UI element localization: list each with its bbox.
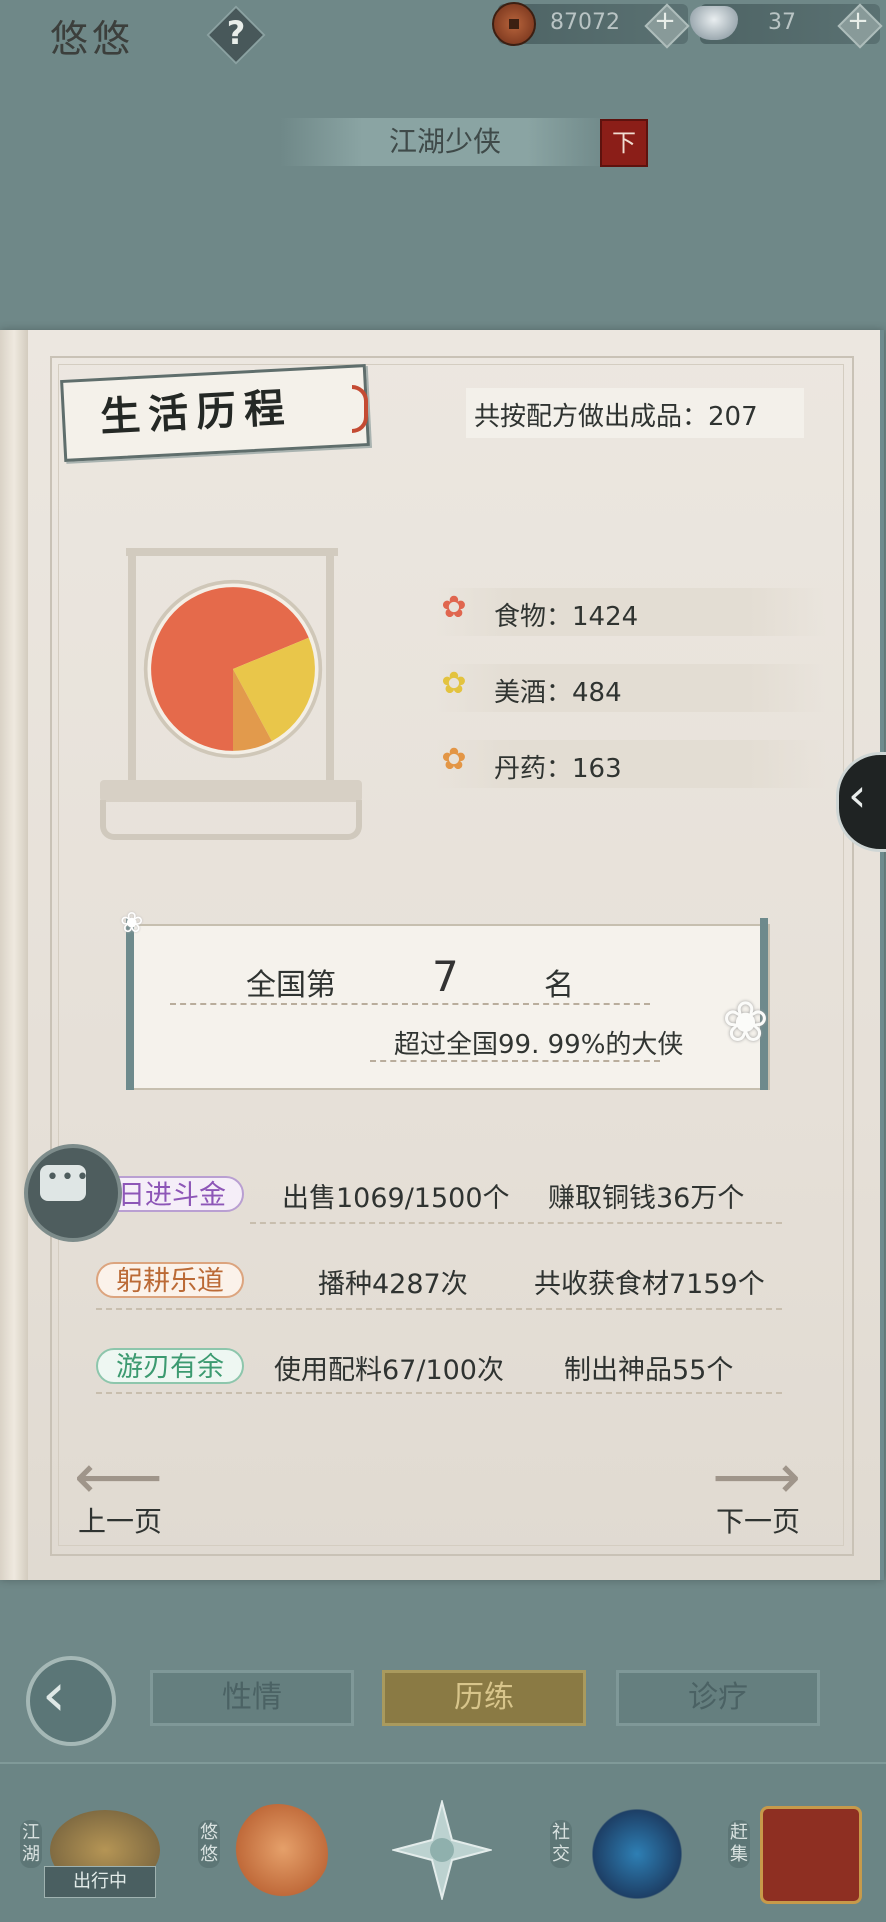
tab-treatment[interactable]: 诊疗 [616, 1670, 820, 1726]
back-arrow-icon[interactable]: ‹ [42, 1660, 66, 1730]
wine-flower-icon: ✿ [441, 666, 467, 701]
flower-decoration-icon: ❀ [120, 906, 144, 939]
book-spine [0, 330, 28, 1580]
travel-status-badge: 出行中 [44, 1866, 156, 1898]
chat-dots-icon[interactable]: ••• [46, 1165, 91, 1190]
market-nav-icon[interactable] [760, 1806, 862, 1904]
stand-post-right [326, 552, 334, 782]
stand-post-left [128, 552, 136, 782]
legend-wine-label: 美酒：484 [494, 678, 622, 708]
add-copper-plus-icon[interactable]: + [649, 6, 681, 36]
stand-feet [100, 800, 362, 840]
next-page-button[interactable]: 下一页 [716, 1500, 800, 1540]
character-name[interactable]: 悠悠 [50, 8, 134, 63]
coin-hole [509, 19, 519, 29]
rank-scroll [130, 924, 770, 1090]
total-products-label: 共按配方做出成品：207 [474, 402, 758, 432]
copper-amount: 87072 [550, 10, 620, 35]
stat-2b: 共收获食材7159个 [534, 1269, 765, 1300]
social-nav-icon[interactable] [582, 1806, 692, 1902]
copper-coin-icon [492, 2, 536, 46]
magnolia-decoration-icon: ❀ [722, 990, 769, 1055]
back-button[interactable] [26, 1656, 116, 1746]
legend-food-label: 食物：1424 [494, 602, 639, 632]
rank-divider [170, 1003, 650, 1005]
stat-1a: 出售1069/1500个 [282, 1183, 510, 1214]
legend-row-food: ✿ 食物：1424 [436, 588, 826, 636]
achievement-tag-2: 躬耕乐道 [96, 1262, 244, 1298]
rank-prefix: 全国第 [246, 968, 336, 1003]
stand-base [100, 780, 362, 802]
rank-percentile-text: 超过全国99. 99%的大侠 [394, 1030, 684, 1060]
top-bar: 悠悠 ? 87072 + 37 + [0, 0, 886, 65]
stat-divider-1 [250, 1222, 782, 1224]
ingot-amount: 37 [768, 10, 796, 35]
stat-divider-3 [96, 1392, 782, 1394]
stat-3a: 使用配料67/100次 [274, 1355, 504, 1386]
add-ingot-plus-icon[interactable]: + [842, 6, 874, 36]
stat-divider-2 [96, 1308, 782, 1310]
legend-medicine-label: 丹药：163 [494, 754, 622, 784]
legend-row-medicine: ✿ 丹药：163 [436, 740, 826, 788]
stand-top-bar [126, 548, 338, 556]
nav-social-label[interactable]: 社交 [550, 1820, 572, 1868]
rank-underline [370, 1060, 660, 1062]
youyou-nav-icon[interactable] [228, 1804, 328, 1904]
pie-slices [151, 587, 315, 751]
chevron-left-icon[interactable]: ‹ [848, 768, 866, 822]
help-icon[interactable]: ? [215, 12, 257, 54]
nav-jianghu-label[interactable]: 江湖 [20, 1820, 42, 1868]
compass-star-icon[interactable] [392, 1800, 492, 1900]
nav-market-label[interactable]: 赶集 [728, 1820, 750, 1868]
nav-youyou-label[interactable]: 悠悠 [198, 1820, 220, 1868]
medicine-flower-icon: ✿ [441, 742, 467, 777]
prev-page-button[interactable]: 上一页 [78, 1500, 162, 1540]
category-pie-chart [143, 579, 323, 759]
player-title: 江湖少侠 [388, 125, 501, 158]
scroll-rod-left [126, 918, 134, 1090]
legend-row-wine: ✿ 美酒：484 [436, 664, 826, 712]
rank-suffix: 名 [544, 968, 574, 1003]
stat-1b: 赚取铜钱36万个 [548, 1183, 745, 1214]
tab-personality[interactable]: 性情 [150, 1670, 354, 1726]
section-title: 生活历程 [99, 384, 294, 441]
tab-experience[interactable]: 历练 [382, 1670, 586, 1726]
stat-3b: 制出神品55个 [564, 1355, 734, 1386]
food-flower-icon: ✿ [441, 590, 467, 625]
stat-2a: 播种4287次 [318, 1269, 468, 1300]
title-dropdown-seal[interactable]: 下 [600, 119, 648, 167]
achievement-tag-3: 游刃有余 [96, 1348, 244, 1384]
silver-ingot-icon [690, 6, 738, 40]
rank-number: 7 [432, 952, 459, 1001]
